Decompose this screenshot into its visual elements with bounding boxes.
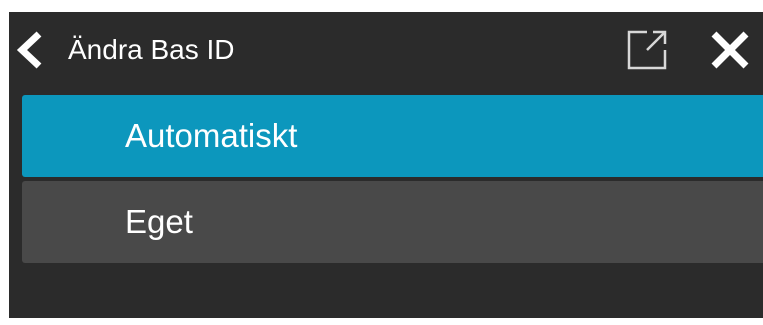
open-external-button[interactable] [622,25,672,75]
option-list: Automatiskt Eget [22,95,763,267]
header-bar: Ändra Bas ID [9,12,763,88]
close-icon [711,31,749,69]
back-button[interactable] [12,29,48,71]
close-button[interactable] [703,25,757,75]
option-automatiskt[interactable]: Automatiskt [22,95,763,177]
page-title: Ändra Bas ID [68,34,235,65]
external-link-icon [627,30,667,70]
chevron-left-icon [16,31,42,69]
option-label: Eget [125,203,193,240]
option-label: Automatiskt [125,117,298,154]
option-eget[interactable]: Eget [22,181,763,263]
dialog-screen: Ändra Bas ID Automatiskt Eget [9,12,763,318]
